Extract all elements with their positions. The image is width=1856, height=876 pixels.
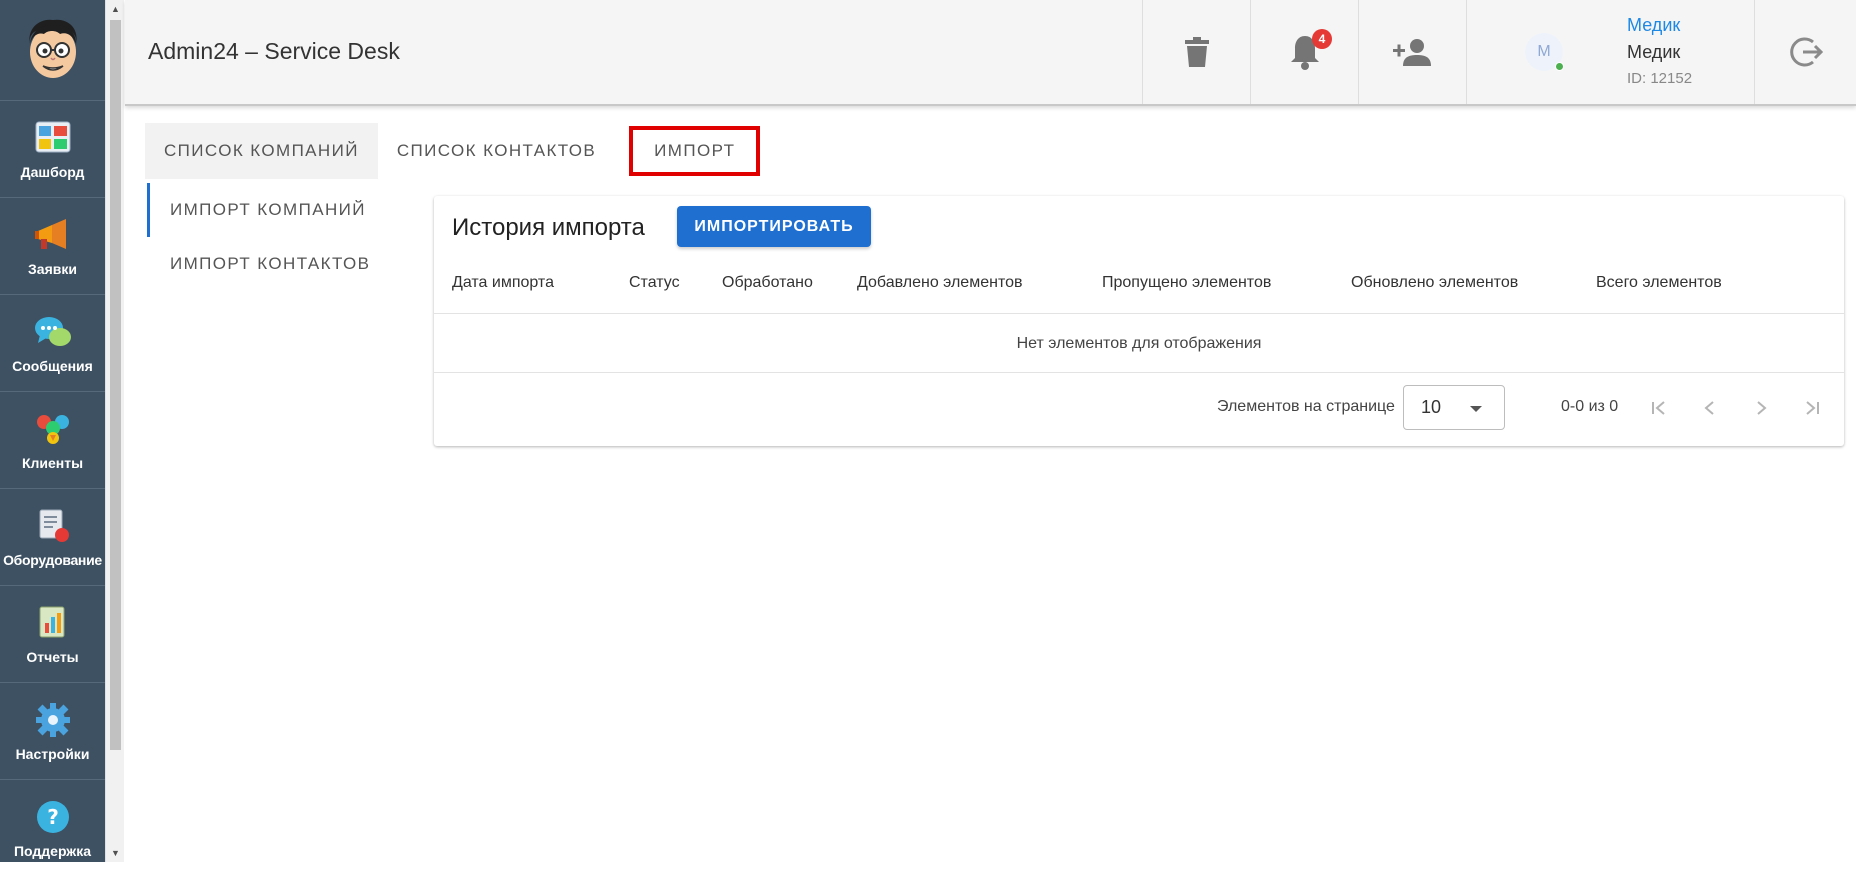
prev-page-button[interactable] [1693, 391, 1727, 425]
scroll-up-icon[interactable]: ▲ [106, 0, 125, 18]
sidebar-item-clients[interactable]: Клиенты [0, 391, 105, 488]
chevron-right-icon [1757, 401, 1767, 415]
sidebar-item-support[interactable]: ? Поддержка [0, 779, 105, 876]
last-page-icon [1806, 401, 1819, 415]
sidebar-item-label: Отчеты [26, 649, 79, 665]
column-header[interactable]: Добавлено элементов [857, 274, 1022, 292]
logout-icon [1789, 37, 1823, 67]
column-header[interactable]: Обновлено элементов [1351, 274, 1518, 292]
import-button[interactable]: ИМПОРТИРОВАТЬ [677, 206, 871, 247]
sidebar-item-label: Оборудование [3, 552, 102, 568]
table-header: Дата импорта Статус Обработано Добавлено… [434, 274, 1844, 314]
sidebar-item-settings[interactable]: Настройки [0, 682, 105, 779]
gear-icon [33, 700, 73, 740]
equipment-icon [33, 506, 73, 546]
next-page-button[interactable] [1744, 391, 1778, 425]
page-range: 0-0 из 0 [1561, 398, 1619, 415]
add-user-button[interactable] [1358, 0, 1466, 104]
first-page-icon [1652, 401, 1665, 415]
sidebar-item-reports[interactable]: Отчеты [0, 585, 105, 682]
reports-icon [33, 603, 73, 643]
sidebar-item-label: Клиенты [21, 455, 84, 471]
sidebar: Дашборд Заявки Сообщения Клиенты Оборудо… [0, 0, 105, 862]
per-page-select[interactable]: 10 [1403, 385, 1505, 430]
scroll-down-icon[interactable]: ▼ [106, 844, 125, 862]
tab-contacts[interactable]: СПИСОК КОНТАКТОВ [378, 123, 615, 179]
per-page-label: Элементов на странице [1217, 398, 1395, 415]
sidebar-scrollbar[interactable]: ▲ ▼ [105, 0, 124, 862]
column-header[interactable]: Пропущено элементов [1102, 274, 1271, 292]
column-header[interactable]: Статус [629, 274, 680, 292]
trash-icon [1184, 37, 1209, 67]
first-page-button[interactable] [1642, 391, 1676, 425]
sidebar-item-label: Поддержка [13, 843, 92, 859]
sidebar-item-label: Сообщения [12, 358, 93, 374]
top-header: Admin24 – Service Desk 4 М Медик Медик I… [125, 0, 1856, 106]
sidebar-item-dashboard[interactable]: Дашборд [0, 100, 105, 197]
sidebar-item-label: Настройки [15, 746, 90, 762]
trash-button[interactable] [1142, 0, 1250, 104]
clients-icon [33, 409, 73, 449]
app-logo[interactable] [0, 0, 105, 100]
help-icon: ? [33, 797, 73, 837]
user-profile[interactable]: М Медик Медик ID: 12152 [1466, 0, 1754, 104]
sidebar-item-equipment[interactable]: Оборудование [0, 488, 105, 585]
empty-table-message: Нет элементов для отображения [434, 315, 1844, 373]
subnav-import-companies[interactable]: ИМПОРТ КОМПАНИЙ [147, 183, 387, 237]
table-pagination: Элементов на странице 10 0-0 из 0 [434, 374, 1844, 446]
column-header[interactable]: Всего элементов [1596, 274, 1722, 292]
tab-import[interactable]: ИМПОРТ [629, 126, 761, 176]
chevron-left-icon [1704, 401, 1714, 415]
online-status-indicator [1555, 62, 1564, 71]
user-name: Медик [1627, 42, 1681, 62]
scrollbar-thumb[interactable] [110, 20, 121, 750]
main-tabs: СПИСОК КОМПАНИЙ СПИСОК КОНТАКТОВ ИМПОРТ [145, 123, 761, 179]
user-id: ID: 12152 [1627, 70, 1693, 87]
import-subnav: ИМПОРТ КОМПАНИЙ ИМПОРТ КОНТАКТОВ [147, 183, 387, 291]
logo-face-icon [28, 19, 77, 78]
chevron-down-icon [1470, 406, 1482, 412]
sidebar-item-label: Заявки [28, 261, 77, 277]
import-history-card: История импорта ИМПОРТИРОВАТЬ Дата импор… [434, 196, 1844, 446]
logout-button[interactable] [1754, 0, 1856, 104]
user-name-link[interactable]: Медик [1627, 15, 1680, 36]
per-page-value: 10 [1421, 397, 1442, 417]
dashboard-icon [33, 118, 73, 158]
sidebar-item-requests[interactable]: Заявки [0, 197, 105, 294]
svg-text:?: ? [47, 805, 59, 829]
add-user-icon [1392, 39, 1431, 66]
subnav-import-contacts[interactable]: ИМПОРТ КОНТАКТОВ [147, 237, 387, 291]
tab-companies[interactable]: СПИСОК КОМПАНИЙ [145, 123, 378, 179]
sidebar-item-messages[interactable]: Сообщения [0, 294, 105, 391]
column-header[interactable]: Обработано [722, 274, 813, 292]
megaphone-icon [33, 215, 73, 255]
chat-icon [33, 312, 73, 352]
card-title: История импорта [452, 214, 645, 241]
notifications-button[interactable]: 4 [1250, 0, 1358, 104]
sidebar-item-label: Дашборд [20, 164, 85, 180]
column-header[interactable]: Дата импорта [452, 274, 554, 292]
notification-badge: 4 [1312, 29, 1332, 49]
last-page-button[interactable] [1795, 391, 1829, 425]
app-title: Admin24 – Service Desk [148, 38, 400, 64]
